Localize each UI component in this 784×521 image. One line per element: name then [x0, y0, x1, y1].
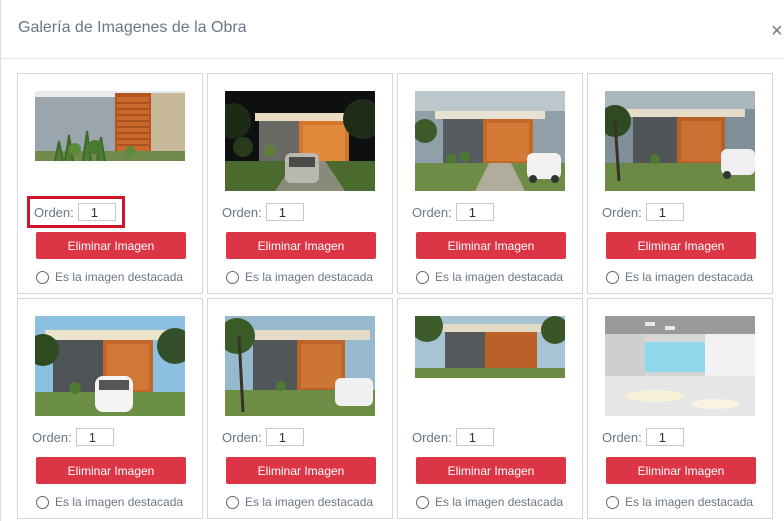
- delete-image-button[interactable]: Eliminar Imagen: [36, 457, 186, 484]
- image-card: Orden: Eliminar Imagen Es la imagen dest…: [397, 73, 583, 294]
- order-label: Orden:: [412, 204, 452, 220]
- order-field-group: Orden:: [27, 196, 125, 228]
- order-input[interactable]: [77, 203, 116, 221]
- featured-label: Es la imagen destacada: [55, 495, 184, 509]
- order-input[interactable]: [455, 203, 494, 221]
- order-input[interactable]: [645, 203, 684, 221]
- order-label: Orden:: [602, 204, 642, 220]
- featured-option[interactable]: Es la imagen destacada: [606, 270, 753, 284]
- order-field-group: Orden:: [412, 426, 494, 448]
- order-input[interactable]: [265, 203, 304, 221]
- delete-image-button[interactable]: Eliminar Imagen: [416, 457, 566, 484]
- order-label: Orden:: [222, 429, 262, 445]
- featured-option[interactable]: Es la imagen destacada: [226, 495, 373, 509]
- featured-label: Es la imagen destacada: [625, 495, 754, 509]
- image-card: Orden: Eliminar Imagen Es la imagen dest…: [397, 298, 583, 519]
- featured-radio[interactable]: [226, 270, 239, 284]
- featured-label: Es la imagen destacada: [245, 495, 374, 509]
- order-label: Orden:: [34, 204, 74, 220]
- featured-option[interactable]: Es la imagen destacada: [36, 495, 183, 509]
- delete-image-button[interactable]: Eliminar Imagen: [226, 232, 376, 259]
- order-field-group: Orden:: [412, 201, 494, 223]
- featured-label: Es la imagen destacada: [435, 495, 564, 509]
- featured-radio[interactable]: [606, 270, 619, 284]
- order-input[interactable]: [645, 428, 684, 446]
- featured-radio[interactable]: [606, 495, 619, 509]
- featured-option[interactable]: Es la imagen destacada: [36, 270, 183, 284]
- order-field-group: Orden:: [222, 426, 304, 448]
- delete-image-button[interactable]: Eliminar Imagen: [226, 457, 376, 484]
- featured-label: Es la imagen destacada: [245, 270, 374, 284]
- order-field-group: Orden:: [222, 201, 304, 223]
- image-card: Orden: Eliminar Imagen Es la imagen dest…: [17, 298, 203, 519]
- order-field-group: Orden:: [602, 426, 684, 448]
- featured-label: Es la imagen destacada: [55, 270, 184, 284]
- order-input[interactable]: [455, 428, 494, 446]
- image-card: Orden: Eliminar Imagen Es la imagen dest…: [207, 298, 393, 519]
- featured-option[interactable]: Es la imagen destacada: [416, 495, 563, 509]
- image-card: Orden: Eliminar Imagen Es la imagen dest…: [207, 73, 393, 294]
- close-icon[interactable]: ×: [771, 21, 783, 41]
- delete-image-button[interactable]: Eliminar Imagen: [606, 232, 756, 259]
- featured-label: Es la imagen destacada: [435, 270, 564, 284]
- thumbnail-image: [605, 316, 755, 416]
- thumbnail-image: [35, 316, 185, 416]
- order-label: Orden:: [222, 204, 262, 220]
- modal-header: Galería de Imagenes de la Obra ×: [1, 0, 784, 59]
- order-label: Orden:: [32, 429, 72, 445]
- order-field-group: Orden:: [602, 201, 684, 223]
- delete-image-button[interactable]: Eliminar Imagen: [36, 232, 186, 259]
- featured-option[interactable]: Es la imagen destacada: [606, 495, 753, 509]
- thumbnail-image: [605, 91, 755, 191]
- thumbnail-image: [35, 91, 185, 191]
- order-field-group: Orden:: [32, 426, 114, 448]
- delete-image-button[interactable]: Eliminar Imagen: [606, 457, 756, 484]
- image-card: Orden: Eliminar Imagen Es la imagen dest…: [587, 298, 773, 519]
- order-input[interactable]: [265, 428, 304, 446]
- featured-radio[interactable]: [226, 495, 239, 509]
- modal-title: Galería de Imagenes de la Obra: [18, 19, 247, 36]
- order-label: Orden:: [412, 429, 452, 445]
- thumbnail-image: [225, 91, 375, 191]
- order-input[interactable]: [75, 428, 114, 446]
- featured-radio[interactable]: [36, 270, 49, 284]
- gallery-modal: Galería de Imagenes de la Obra × Orden: …: [0, 0, 784, 521]
- featured-option[interactable]: Es la imagen destacada: [416, 270, 563, 284]
- featured-radio[interactable]: [416, 495, 429, 509]
- featured-radio[interactable]: [36, 495, 49, 509]
- thumbnail-image: [415, 91, 565, 191]
- featured-option[interactable]: Es la imagen destacada: [226, 270, 373, 284]
- featured-radio[interactable]: [416, 270, 429, 284]
- thumbnail-image: [225, 316, 375, 416]
- delete-image-button[interactable]: Eliminar Imagen: [416, 232, 566, 259]
- featured-label: Es la imagen destacada: [625, 270, 754, 284]
- order-label: Orden:: [602, 429, 642, 445]
- image-card: Orden: Eliminar Imagen Es la imagen dest…: [587, 73, 773, 294]
- image-card: Orden: Eliminar Imagen Es la imagen dest…: [17, 73, 203, 294]
- thumbnail-image: [415, 316, 565, 416]
